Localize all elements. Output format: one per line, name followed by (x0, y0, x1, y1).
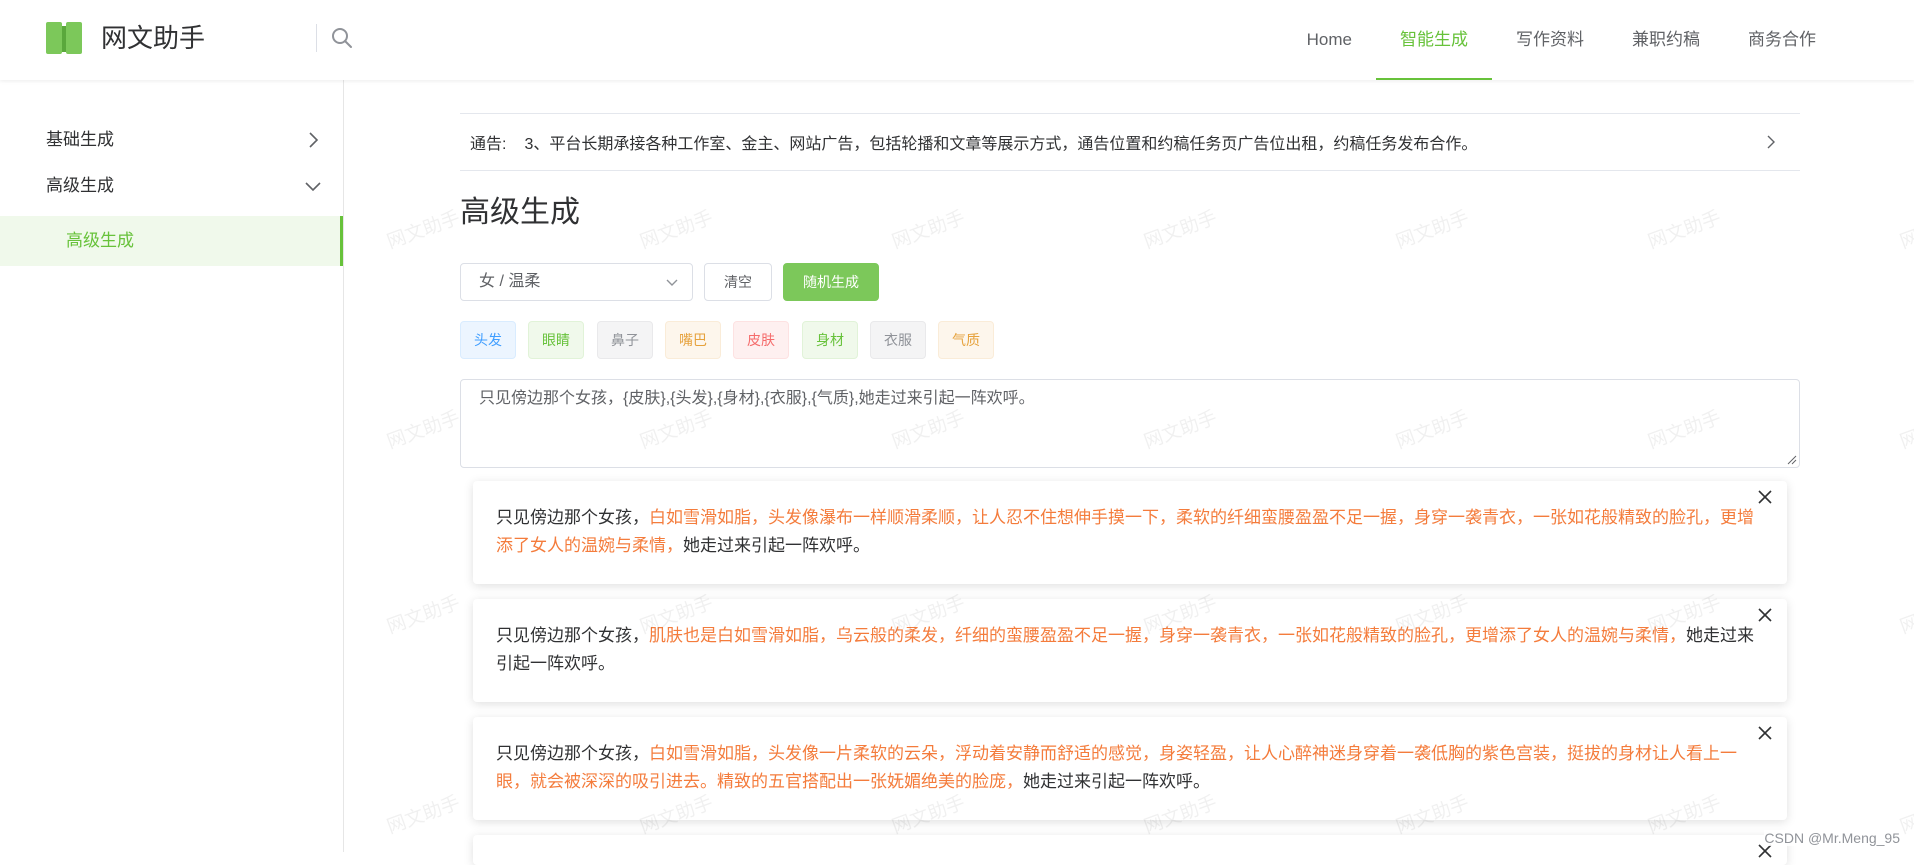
tag-mouth[interactable]: 嘴巴 (665, 321, 721, 359)
nav-business[interactable]: 商务合作 (1724, 0, 1840, 80)
book-logo-icon (46, 22, 82, 54)
clear-button[interactable]: 清空 (704, 263, 772, 301)
tag-eyes[interactable]: 眼睛 (528, 321, 584, 359)
select-value: 女 / 温柔 (479, 273, 541, 290)
close-icon[interactable] (1755, 487, 1775, 507)
tag-hair[interactable]: 头发 (460, 321, 516, 359)
tag-figure[interactable]: 身材 (802, 321, 858, 359)
result-prefix: 只见傍边那个女孩， (496, 744, 649, 763)
footer-credit: CSDN @Mr.Meng_95 (1764, 830, 1900, 846)
result-prefix: 只见傍边那个女孩， (496, 626, 649, 645)
result-card: 只见傍边那个女孩，白如雪滑如脂，头发像瀑布一样顺滑柔顺，让人忍不住想伸手摸一下，… (473, 481, 1787, 584)
nav-writing-materials[interactable]: 写作资料 (1492, 0, 1608, 80)
chevron-right-icon (309, 132, 319, 148)
watermark-text: 网文助手 (1645, 207, 1724, 254)
notice-text: 3、平台长期承接各种工作室、金主、网站广告，包括轮播和文章等展示方式，通告位置和… (524, 136, 1478, 153)
chevron-right-icon[interactable] (1762, 133, 1780, 151)
result-card (473, 835, 1787, 865)
watermark-text: 网文助手 (1141, 207, 1220, 254)
top-header: 网文助手 Home 智能生成 写作资料 兼职约稿 商务合作 (0, 0, 1914, 80)
watermark-text: 网文助手 (1897, 592, 1914, 639)
sidebar: 基础生成 高级生成 高级生成 (0, 80, 344, 852)
result-prefix: 只见傍边那个女孩， (496, 508, 649, 527)
page-title: 高级生成 (460, 196, 580, 229)
result-highlight: 肌肤也是白如雪滑如脂，乌云般的柔发，纤细的蛮腰盈盈不足一握，身穿一袭青衣，一张如… (649, 626, 1686, 645)
close-icon[interactable] (1755, 723, 1775, 743)
nav-smart-generate[interactable]: 智能生成 (1376, 0, 1492, 80)
sidebar-item-label: 高级生成 (46, 176, 114, 195)
chevron-down-icon (305, 182, 321, 192)
tag-clothes[interactable]: 衣服 (870, 321, 926, 359)
search-icon[interactable] (330, 26, 354, 50)
nav-home[interactable]: Home (1283, 0, 1376, 80)
tag-skin[interactable]: 皮肤 (733, 321, 789, 359)
header-divider (316, 24, 317, 52)
result-card: 只见傍边那个女孩，白如雪滑如脂，头发像一片柔软的云朵，浮动着安静而舒适的感觉，身… (473, 717, 1787, 820)
result-text: 只见傍边那个女孩，白如雪滑如脂，头发像瀑布一样顺滑柔顺，让人忍不住想伸手摸一下，… (496, 504, 1757, 560)
result-text: 只见傍边那个女孩，白如雪滑如脂，头发像一片柔软的云朵，浮动着安静而舒适的感觉，身… (496, 740, 1757, 796)
watermark-text: 网文助手 (384, 207, 463, 254)
watermark-text: 网文助手 (384, 792, 463, 839)
sidebar-item-basic-generate[interactable]: 基础生成 (0, 117, 343, 163)
notice-label: 通告: (470, 136, 507, 153)
template-textarea[interactable]: 只见傍边那个女孩，{皮肤},{头发},{身材},{衣服},{气质},她走过来引起… (460, 379, 1800, 468)
resize-handle-icon[interactable] (1785, 453, 1797, 465)
sidebar-item-advanced-generate[interactable]: 高级生成 (0, 163, 343, 209)
result-card: 只见傍边那个女孩，肌肤也是白如雪滑如脂，乌云般的柔发，纤细的蛮腰盈盈不足一握，身… (473, 599, 1787, 702)
gender-style-select[interactable]: 女 / 温柔 (460, 263, 693, 301)
brand-name: 网文助手 (101, 23, 206, 53)
watermark-text: 网文助手 (1897, 407, 1914, 454)
result-suffix: 她走过来引起一阵欢呼。 (683, 536, 870, 555)
tag-nose[interactable]: 鼻子 (597, 321, 653, 359)
sidebar-item-label: 基础生成 (46, 130, 114, 149)
nav-part-time-orders[interactable]: 兼职约稿 (1608, 0, 1724, 80)
chevron-down-icon (666, 279, 678, 286)
result-text: 只见傍边那个女孩，肌肤也是白如雪滑如脂，乌云般的柔发，纤细的蛮腰盈盈不足一握，身… (496, 622, 1757, 678)
template-text: 只见傍边那个女孩，{皮肤},{头发},{身材},{衣服},{气质},她走过来引起… (479, 390, 1035, 407)
watermark-text: 网文助手 (1897, 207, 1914, 254)
tag-temperament[interactable]: 气质 (938, 321, 994, 359)
result-suffix: 她走过来引起一阵欢呼。 (1023, 772, 1210, 791)
watermark-text: 网文助手 (384, 407, 463, 454)
notice-bar: 通告: 3、平台长期承接各种工作室、金主、网站广告，包括轮播和文章等展示方式，通… (460, 113, 1800, 171)
close-icon[interactable] (1755, 605, 1775, 625)
watermark-text: 网文助手 (889, 207, 968, 254)
random-generate-button[interactable]: 随机生成 (783, 263, 879, 301)
watermark-text: 网文助手 (1393, 207, 1472, 254)
main-nav: Home 智能生成 写作资料 兼职约稿 商务合作 (1283, 0, 1840, 80)
sidebar-subitem-advanced-generate[interactable]: 高级生成 (0, 216, 343, 266)
watermark-text: 网文助手 (384, 592, 463, 639)
watermark-text: 网文助手 (637, 207, 716, 254)
sidebar-subitem-label: 高级生成 (66, 231, 134, 250)
